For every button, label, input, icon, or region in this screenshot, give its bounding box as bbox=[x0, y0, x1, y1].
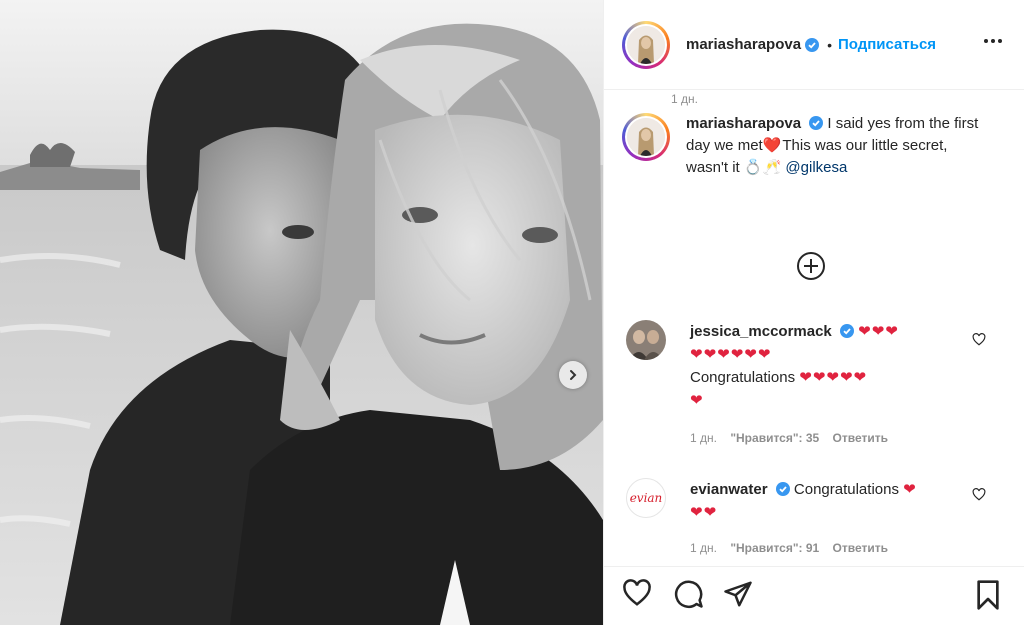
mention-link[interactable]: @gilkesa bbox=[785, 159, 847, 176]
share-icon[interactable] bbox=[723, 579, 753, 609]
commenter-avatar-image bbox=[626, 320, 666, 360]
caption-author-avatar[interactable] bbox=[622, 113, 670, 161]
verified-badge-icon bbox=[839, 324, 854, 338]
commenter-username[interactable]: evianwater bbox=[690, 481, 768, 498]
caption-avatar-image bbox=[627, 118, 665, 156]
comment-timestamp[interactable]: 1 дн. bbox=[690, 541, 717, 555]
caption-text-block: mariasharapova I said yes from the first… bbox=[686, 113, 986, 179]
author-username[interactable]: mariasharapova bbox=[686, 36, 801, 53]
commenter-avatar[interactable]: evian bbox=[626, 478, 666, 518]
comment-message: Congratulations bbox=[690, 369, 796, 386]
post-photo[interactable] bbox=[0, 0, 603, 625]
reply-button[interactable]: Ответить bbox=[833, 541, 888, 555]
post-side-panel: mariasharapova • Подписаться mariasharap… bbox=[603, 0, 1024, 625]
plus-circle-icon[interactable] bbox=[796, 251, 826, 281]
comment-like-heart-icon[interactable] bbox=[972, 488, 986, 501]
post-header: mariasharapova • Подписаться bbox=[604, 0, 1024, 90]
comment-hearts: ❤ bbox=[903, 481, 917, 498]
caption-timestamp[interactable]: 1 дн. bbox=[671, 92, 698, 106]
comment-timestamp[interactable]: 1 дн. bbox=[690, 431, 717, 445]
more-options-icon[interactable] bbox=[983, 38, 1003, 44]
heart-emoji: ❤️ bbox=[762, 137, 783, 154]
heart-icon[interactable] bbox=[622, 579, 652, 607]
comment-hearts: ❤ bbox=[690, 392, 704, 409]
commenter-username[interactable]: jessica_mccormack bbox=[690, 323, 832, 340]
comment-message: Congratulations bbox=[793, 481, 899, 498]
comment-text: jessica_mccormack ❤❤❤ ❤❤❤❤❤❤ Congratulat… bbox=[690, 320, 955, 412]
comment-hearts: ❤❤❤❤❤❤ bbox=[690, 346, 772, 363]
ring-emoji: 💍🥂 bbox=[743, 159, 782, 176]
chevron-right-icon bbox=[570, 370, 577, 380]
comment-item: evian evianwater Congratulations ❤ ❤❤ 1 … bbox=[624, 478, 1014, 563]
comment-likes-count[interactable]: "Нравится": 35 bbox=[730, 431, 819, 445]
next-photo-button[interactable] bbox=[559, 361, 587, 389]
couple-selfie-image bbox=[0, 0, 603, 625]
post-caption: mariasharapova I said yes from the first… bbox=[622, 113, 1002, 179]
comment-meta: 1 дн. "Нравится": 35 Ответить bbox=[690, 431, 898, 445]
follow-button[interactable]: Подписаться bbox=[838, 36, 936, 53]
commenter-avatar[interactable] bbox=[626, 320, 666, 360]
header-separator-dot: • bbox=[827, 36, 832, 53]
author-avatar-image bbox=[627, 25, 665, 64]
comment-hearts: ❤❤❤ bbox=[858, 323, 899, 340]
comment-hearts: ❤❤❤❤❤ bbox=[799, 369, 868, 386]
comment-hearts: ❤❤ bbox=[690, 504, 718, 521]
bookmark-icon[interactable] bbox=[974, 579, 1002, 611]
instagram-post: mariasharapova • Подписаться mariasharap… bbox=[0, 0, 1024, 625]
comment-item: jessica_mccormack ❤❤❤ ❤❤❤❤❤❤ Congratulat… bbox=[624, 320, 1014, 450]
comment-meta: 1 дн. "Нравится": 91 Ответить bbox=[690, 541, 898, 555]
author-avatar[interactable] bbox=[622, 20, 670, 69]
comment-icon[interactable] bbox=[674, 579, 704, 609]
comment-likes-count[interactable]: "Нравится": 91 bbox=[730, 541, 819, 555]
comment-like-heart-icon[interactable] bbox=[972, 333, 986, 346]
evian-logo: evian bbox=[629, 491, 663, 505]
comment-text: evianwater Congratulations ❤ ❤❤ bbox=[690, 478, 955, 524]
verified-badge-icon bbox=[809, 116, 824, 130]
post-action-bar bbox=[604, 566, 1024, 625]
verified-badge-icon bbox=[805, 37, 820, 52]
reply-button[interactable]: Ответить bbox=[833, 431, 888, 445]
caption-username[interactable]: mariasharapova bbox=[686, 115, 801, 132]
verified-badge-icon bbox=[775, 482, 790, 496]
